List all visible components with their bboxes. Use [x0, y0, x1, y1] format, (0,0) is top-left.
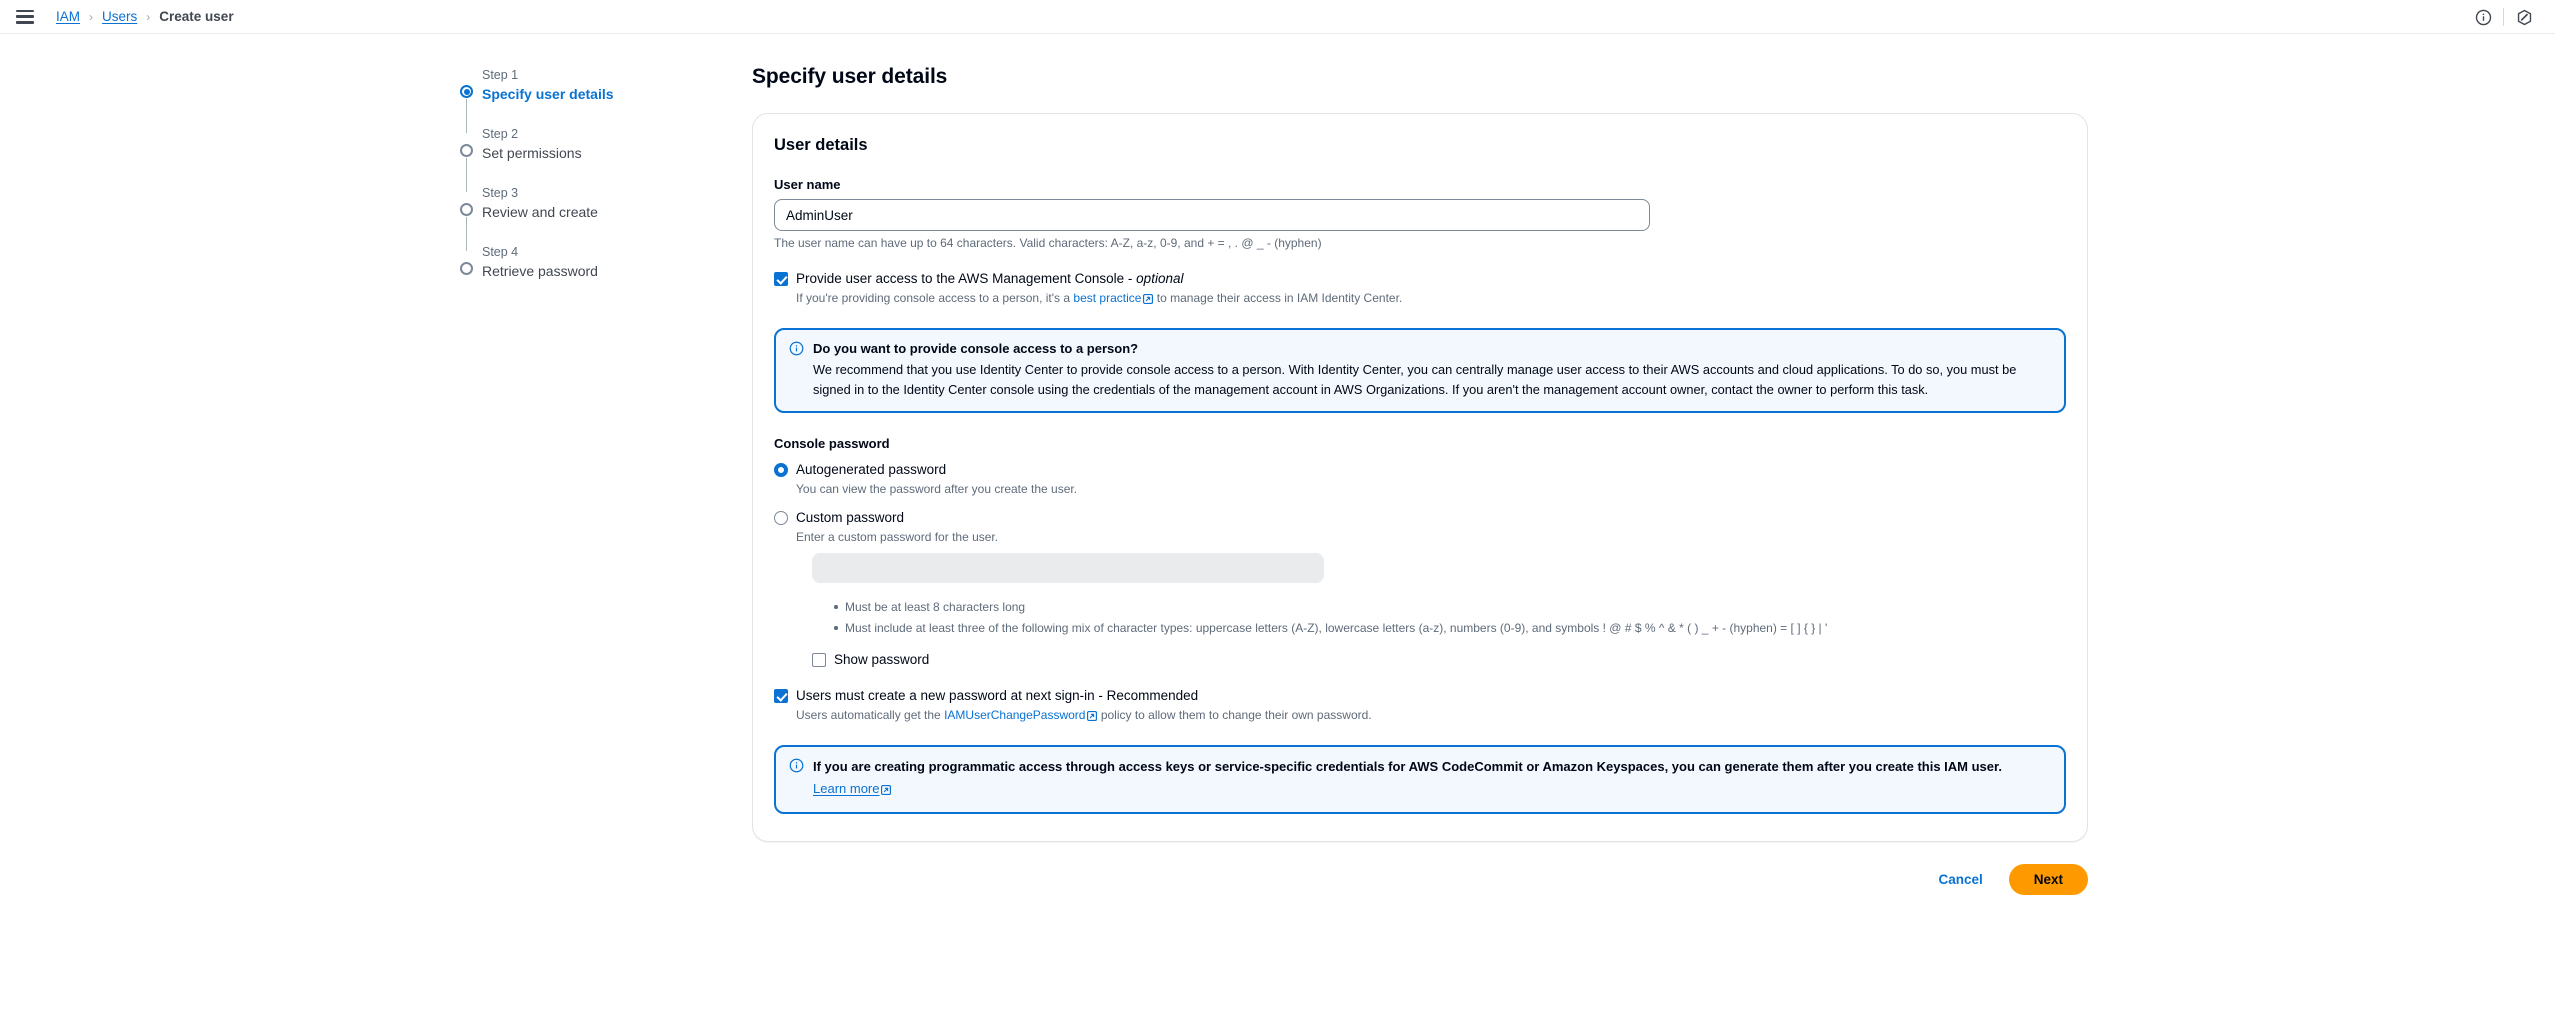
- radio-autogenerated-texts: Autogenerated password You can view the …: [796, 461, 1077, 498]
- wizard-step-marker-icon[interactable]: [460, 144, 473, 157]
- hamburger-bar: [16, 15, 34, 18]
- radio-custom-sub: Enter a custom password for the user.: [796, 530, 999, 544]
- breadcrumb: IAM › Users › Create user: [56, 10, 234, 24]
- page-title: Specify user details: [752, 65, 948, 88]
- wizard-step-number: Step 2: [482, 127, 519, 141]
- external-link-icon: [881, 782, 892, 800]
- wizard-step-number: Step 1: [482, 68, 519, 82]
- hamburger-bar: [16, 9, 34, 12]
- programmatic-alert-body: If you are creating programmatic access …: [813, 757, 2051, 800]
- wizard-actions: Cancel Next: [752, 864, 2088, 895]
- wizard-step-title[interactable]: Set permissions: [482, 144, 670, 162]
- learn-more-link[interactable]: Learn more: [813, 781, 879, 796]
- card-title: User details: [774, 136, 868, 154]
- custom-password-input[interactable]: [812, 553, 1324, 583]
- wizard-step-title[interactable]: Specify user details: [482, 85, 670, 103]
- radio-autogenerated-password[interactable]: [774, 463, 788, 477]
- radio-custom-label[interactable]: Custom password: [796, 509, 1827, 527]
- wizard-step-marker-icon[interactable]: [460, 262, 473, 275]
- iam-user-change-password-link[interactable]: IAMUserChangePassword: [944, 708, 1085, 722]
- hamburger-bar: [16, 21, 34, 24]
- user-name-label: User name: [774, 177, 841, 192]
- console-access-label-main: Provide user access to the AWS Managemen…: [796, 271, 1137, 286]
- console-access-sub-prefix: If you're providing console access to a …: [796, 291, 1074, 305]
- radio-custom-password-row[interactable]: Custom password Enter a custom password …: [774, 509, 2066, 669]
- breadcrumb-item-users[interactable]: Users: [102, 10, 137, 24]
- user-name-input[interactable]: [774, 199, 1650, 231]
- top-bar-actions: [2466, 0, 2541, 34]
- hamburger-menu-icon[interactable]: [16, 9, 34, 24]
- identity-center-alert-heading: Do you want to provide console access to…: [813, 341, 1139, 356]
- wizard-step-retrieve-password[interactable]: Step 4 Retrieve password: [460, 243, 670, 280]
- must-change-password-checkbox[interactable]: [774, 689, 788, 703]
- identity-center-alert-body: Do you want to provide console access to…: [813, 340, 2051, 399]
- console-access-texts: Provide user access to the AWS Managemen…: [796, 270, 1402, 309]
- console-access-checkbox[interactable]: [774, 272, 788, 286]
- wizard-step-navigation: Step 1 Specify user details Step 2 Set p…: [460, 66, 670, 280]
- password-rule: Must be at least 8 characters long: [832, 598, 1827, 616]
- console-access-sub: If you're providing console access to a …: [796, 290, 1402, 309]
- wizard-step-title[interactable]: Retrieve password: [482, 262, 670, 280]
- external-link-icon: [1143, 292, 1154, 309]
- settings-shield-icon[interactable]: [2507, 0, 2541, 34]
- radio-autogenerated-sub: You can view the password after you crea…: [796, 482, 1078, 496]
- programmatic-alert-link-row: Learn more: [813, 780, 2051, 800]
- wizard-step-set-permissions[interactable]: Step 2 Set permissions: [460, 125, 670, 192]
- must-change-password-sub: Users automatically get the IAMUserChang…: [796, 707, 1372, 726]
- show-password-texts: Show password: [834, 651, 929, 669]
- top-bar-divider: [2503, 8, 2504, 26]
- cancel-button[interactable]: Cancel: [1925, 865, 1995, 894]
- best-practice-link[interactable]: best practice: [1073, 291, 1141, 305]
- identity-center-alert-text: We recommend that you use Identity Cente…: [813, 362, 2017, 397]
- show-password-label[interactable]: Show password: [834, 651, 929, 669]
- info-circle-icon[interactable]: [2466, 0, 2500, 34]
- breadcrumb-item-create-user: Create user: [159, 8, 234, 24]
- next-button[interactable]: Next: [2008, 864, 2088, 895]
- breadcrumb-separator: ›: [146, 9, 151, 24]
- external-link-icon: [1087, 709, 1098, 726]
- must-change-sub-prefix: Users automatically get the: [796, 708, 945, 722]
- programmatic-alert-text: If you are creating programmatic access …: [813, 759, 2002, 774]
- wizard-step-review-and-create[interactable]: Step 3 Review and create: [460, 184, 670, 251]
- show-password-row[interactable]: Show password: [812, 651, 1827, 669]
- top-navigation-bar: IAM › Users › Create user: [0, 0, 2555, 34]
- programmatic-access-info-alert: If you are creating programmatic access …: [774, 745, 2066, 814]
- wizard-step-title[interactable]: Review and create: [482, 203, 670, 221]
- identity-center-info-alert: Do you want to provide console access to…: [774, 328, 2066, 413]
- console-access-sub-suffix: to manage their access in IAM Identity C…: [1153, 291, 1403, 305]
- must-change-password-row[interactable]: Users must create a new password at next…: [774, 687, 2066, 726]
- main-content: Specify user details User details User n…: [752, 64, 2088, 895]
- console-password-group-label: Console password: [774, 436, 890, 451]
- must-change-password-label[interactable]: Users must create a new password at next…: [796, 687, 1372, 705]
- info-circle-icon: [789, 758, 804, 778]
- wizard-step-number: Step 3: [482, 186, 519, 200]
- page-body: Step 1 Specify user details Step 2 Set p…: [0, 34, 2555, 1025]
- radio-custom-password[interactable]: [774, 511, 788, 525]
- must-change-password-texts: Users must create a new password at next…: [796, 687, 1372, 726]
- password-rule: Must include at least three of the follo…: [832, 619, 1827, 637]
- radio-autogenerated-password-row[interactable]: Autogenerated password You can view the …: [774, 461, 2066, 498]
- breadcrumb-item-iam[interactable]: IAM: [56, 10, 80, 24]
- must-change-sub-suffix: policy to allow them to change their own…: [1097, 708, 1372, 722]
- wizard-step-number: Step 4: [482, 245, 519, 259]
- password-requirements-list: Must be at least 8 characters long Must …: [832, 598, 1827, 637]
- console-access-checkbox-row[interactable]: Provide user access to the AWS Managemen…: [774, 270, 2066, 309]
- radio-custom-texts: Custom password Enter a custom password …: [796, 509, 1827, 669]
- show-password-checkbox[interactable]: [812, 653, 826, 667]
- console-access-label-optional: optional: [1136, 271, 1184, 286]
- radio-autogenerated-label[interactable]: Autogenerated password: [796, 461, 1077, 479]
- wizard-step-marker-icon[interactable]: [460, 85, 473, 98]
- wizard-step-marker-icon[interactable]: [460, 203, 473, 216]
- user-details-card: User details User name The user name can…: [752, 113, 2088, 842]
- breadcrumb-separator: ›: [89, 9, 94, 24]
- user-name-hint: The user name can have up to 64 characte…: [774, 236, 1322, 250]
- info-circle-icon: [789, 341, 804, 361]
- wizard-step-specify-user-details[interactable]: Step 1 Specify user details: [460, 66, 670, 133]
- console-access-label[interactable]: Provide user access to the AWS Managemen…: [796, 270, 1402, 288]
